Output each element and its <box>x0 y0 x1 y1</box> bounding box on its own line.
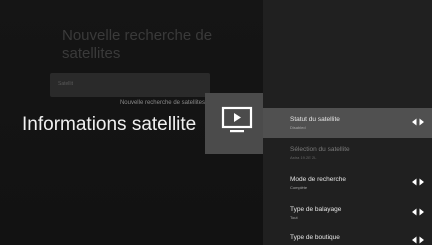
menu-item-label: Statut du satellite <box>290 116 340 123</box>
left-right-arrows-icon[interactable] <box>412 208 424 216</box>
left-right-arrows-icon[interactable] <box>412 118 424 126</box>
tv-play-icon <box>221 106 253 133</box>
page-title: Informations satellite <box>22 114 197 135</box>
menu-item-value: Complète <box>290 185 308 190</box>
menu-item-satellite-selection[interactable]: Sélection du satellite Astra 19.2E 2L <box>263 138 432 168</box>
left-right-arrows-icon[interactable] <box>412 236 424 244</box>
menu-item-label: Sélection du satellite <box>290 146 350 153</box>
menu-item-search-mode[interactable]: Mode de recherche Complète <box>263 168 432 198</box>
background-search-field: Satellit <box>50 73 210 97</box>
settings-panel: Statut du satellite Disabled Sélection d… <box>263 0 432 245</box>
menu-item-value: Disabled <box>290 125 306 130</box>
menu-item-store-type[interactable]: Type de boutique <box>263 226 432 245</box>
menu-item-label: Type de boutique <box>290 234 340 241</box>
left-right-arrows-icon[interactable] <box>412 178 424 186</box>
screen: Nouvelle recherche de satellites Satelli… <box>0 0 432 245</box>
background-caption: Nouvelle recherche de satellites <box>119 100 205 106</box>
menu-item-label: Mode de recherche <box>290 176 347 183</box>
menu-item-value: Tout <box>290 215 298 220</box>
background-title: Nouvelle recherche de satellites <box>62 27 213 62</box>
menu-item-label: Type de balayage <box>290 206 342 213</box>
satellite-info-tile <box>205 93 269 154</box>
menu-item-scan-type[interactable]: Type de balayage Tout <box>263 198 432 228</box>
background-input-text: Satellit <box>58 81 74 87</box>
menu-item-satellite-status[interactable]: Statut du satellite Disabled <box>263 108 432 138</box>
menu-item-value: Astra 19.2E 2L <box>290 155 317 160</box>
